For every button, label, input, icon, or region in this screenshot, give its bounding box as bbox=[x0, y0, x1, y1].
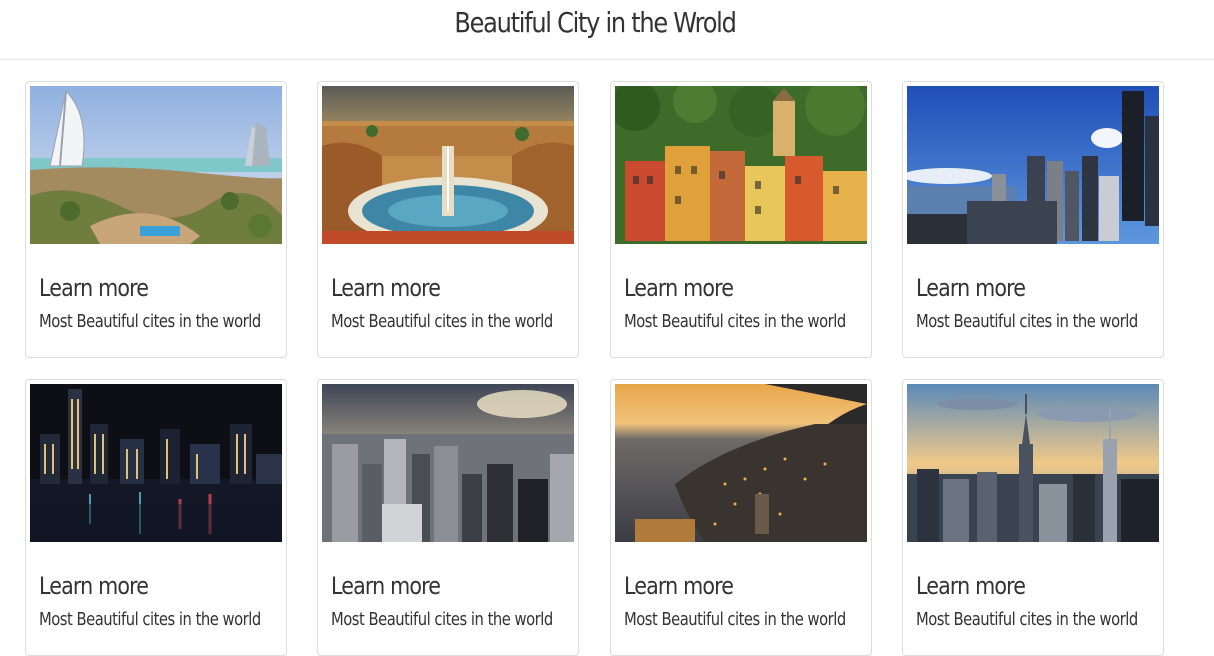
card-subtitle: Most Beautiful cites in the world bbox=[916, 609, 1138, 630]
card-title[interactable]: Learn more bbox=[331, 568, 441, 604]
card-title[interactable]: Learn more bbox=[331, 270, 441, 306]
card-subtitle: Most Beautiful cites in the world bbox=[39, 609, 261, 630]
card-subtitle: Most Beautiful cites in the world bbox=[331, 609, 553, 630]
card-title[interactable]: Learn more bbox=[39, 270, 149, 306]
city-card[interactable]: Learn more Most Beautiful cites in the w… bbox=[902, 379, 1164, 656]
city-image-seattle[interactable] bbox=[907, 86, 1159, 244]
page-title: Beautiful City in the Wrold bbox=[454, 6, 736, 39]
card-title[interactable]: Learn more bbox=[624, 568, 734, 604]
city-image-dubai[interactable] bbox=[30, 86, 282, 244]
city-image-monaco[interactable] bbox=[615, 384, 867, 542]
card-subtitle: Most Beautiful cites in the world bbox=[916, 311, 1138, 332]
card-subtitle: Most Beautiful cites in the world bbox=[624, 311, 846, 332]
city-image-new-york[interactable] bbox=[907, 384, 1159, 542]
page-header: Beautiful City in the Wrold bbox=[0, 0, 1214, 60]
city-card[interactable]: Learn more Most Beautiful cites in the w… bbox=[610, 81, 872, 358]
city-card[interactable]: Learn more Most Beautiful cites in the w… bbox=[902, 81, 1164, 358]
card-subtitle: Most Beautiful cites in the world bbox=[331, 311, 553, 332]
city-image-hong-kong[interactable] bbox=[30, 384, 282, 542]
city-image-portofino[interactable] bbox=[615, 86, 867, 244]
city-card[interactable]: Learn more Most Beautiful cites in the w… bbox=[25, 81, 287, 358]
city-card[interactable]: Learn more Most Beautiful cites in the w… bbox=[610, 379, 872, 656]
city-image-manhattan[interactable] bbox=[322, 384, 574, 542]
card-subtitle: Most Beautiful cites in the world bbox=[39, 311, 261, 332]
card-title[interactable]: Learn more bbox=[916, 568, 1026, 604]
card-title[interactable]: Learn more bbox=[39, 568, 149, 604]
city-card[interactable]: Learn more Most Beautiful cites in the w… bbox=[25, 379, 287, 656]
city-card[interactable]: Learn more Most Beautiful cites in the w… bbox=[317, 379, 579, 656]
card-subtitle: Most Beautiful cites in the world bbox=[624, 609, 846, 630]
city-image-vatican[interactable] bbox=[322, 86, 574, 244]
city-card[interactable]: Learn more Most Beautiful cites in the w… bbox=[317, 81, 579, 358]
card-title[interactable]: Learn more bbox=[624, 270, 734, 306]
card-title[interactable]: Learn more bbox=[916, 270, 1026, 306]
